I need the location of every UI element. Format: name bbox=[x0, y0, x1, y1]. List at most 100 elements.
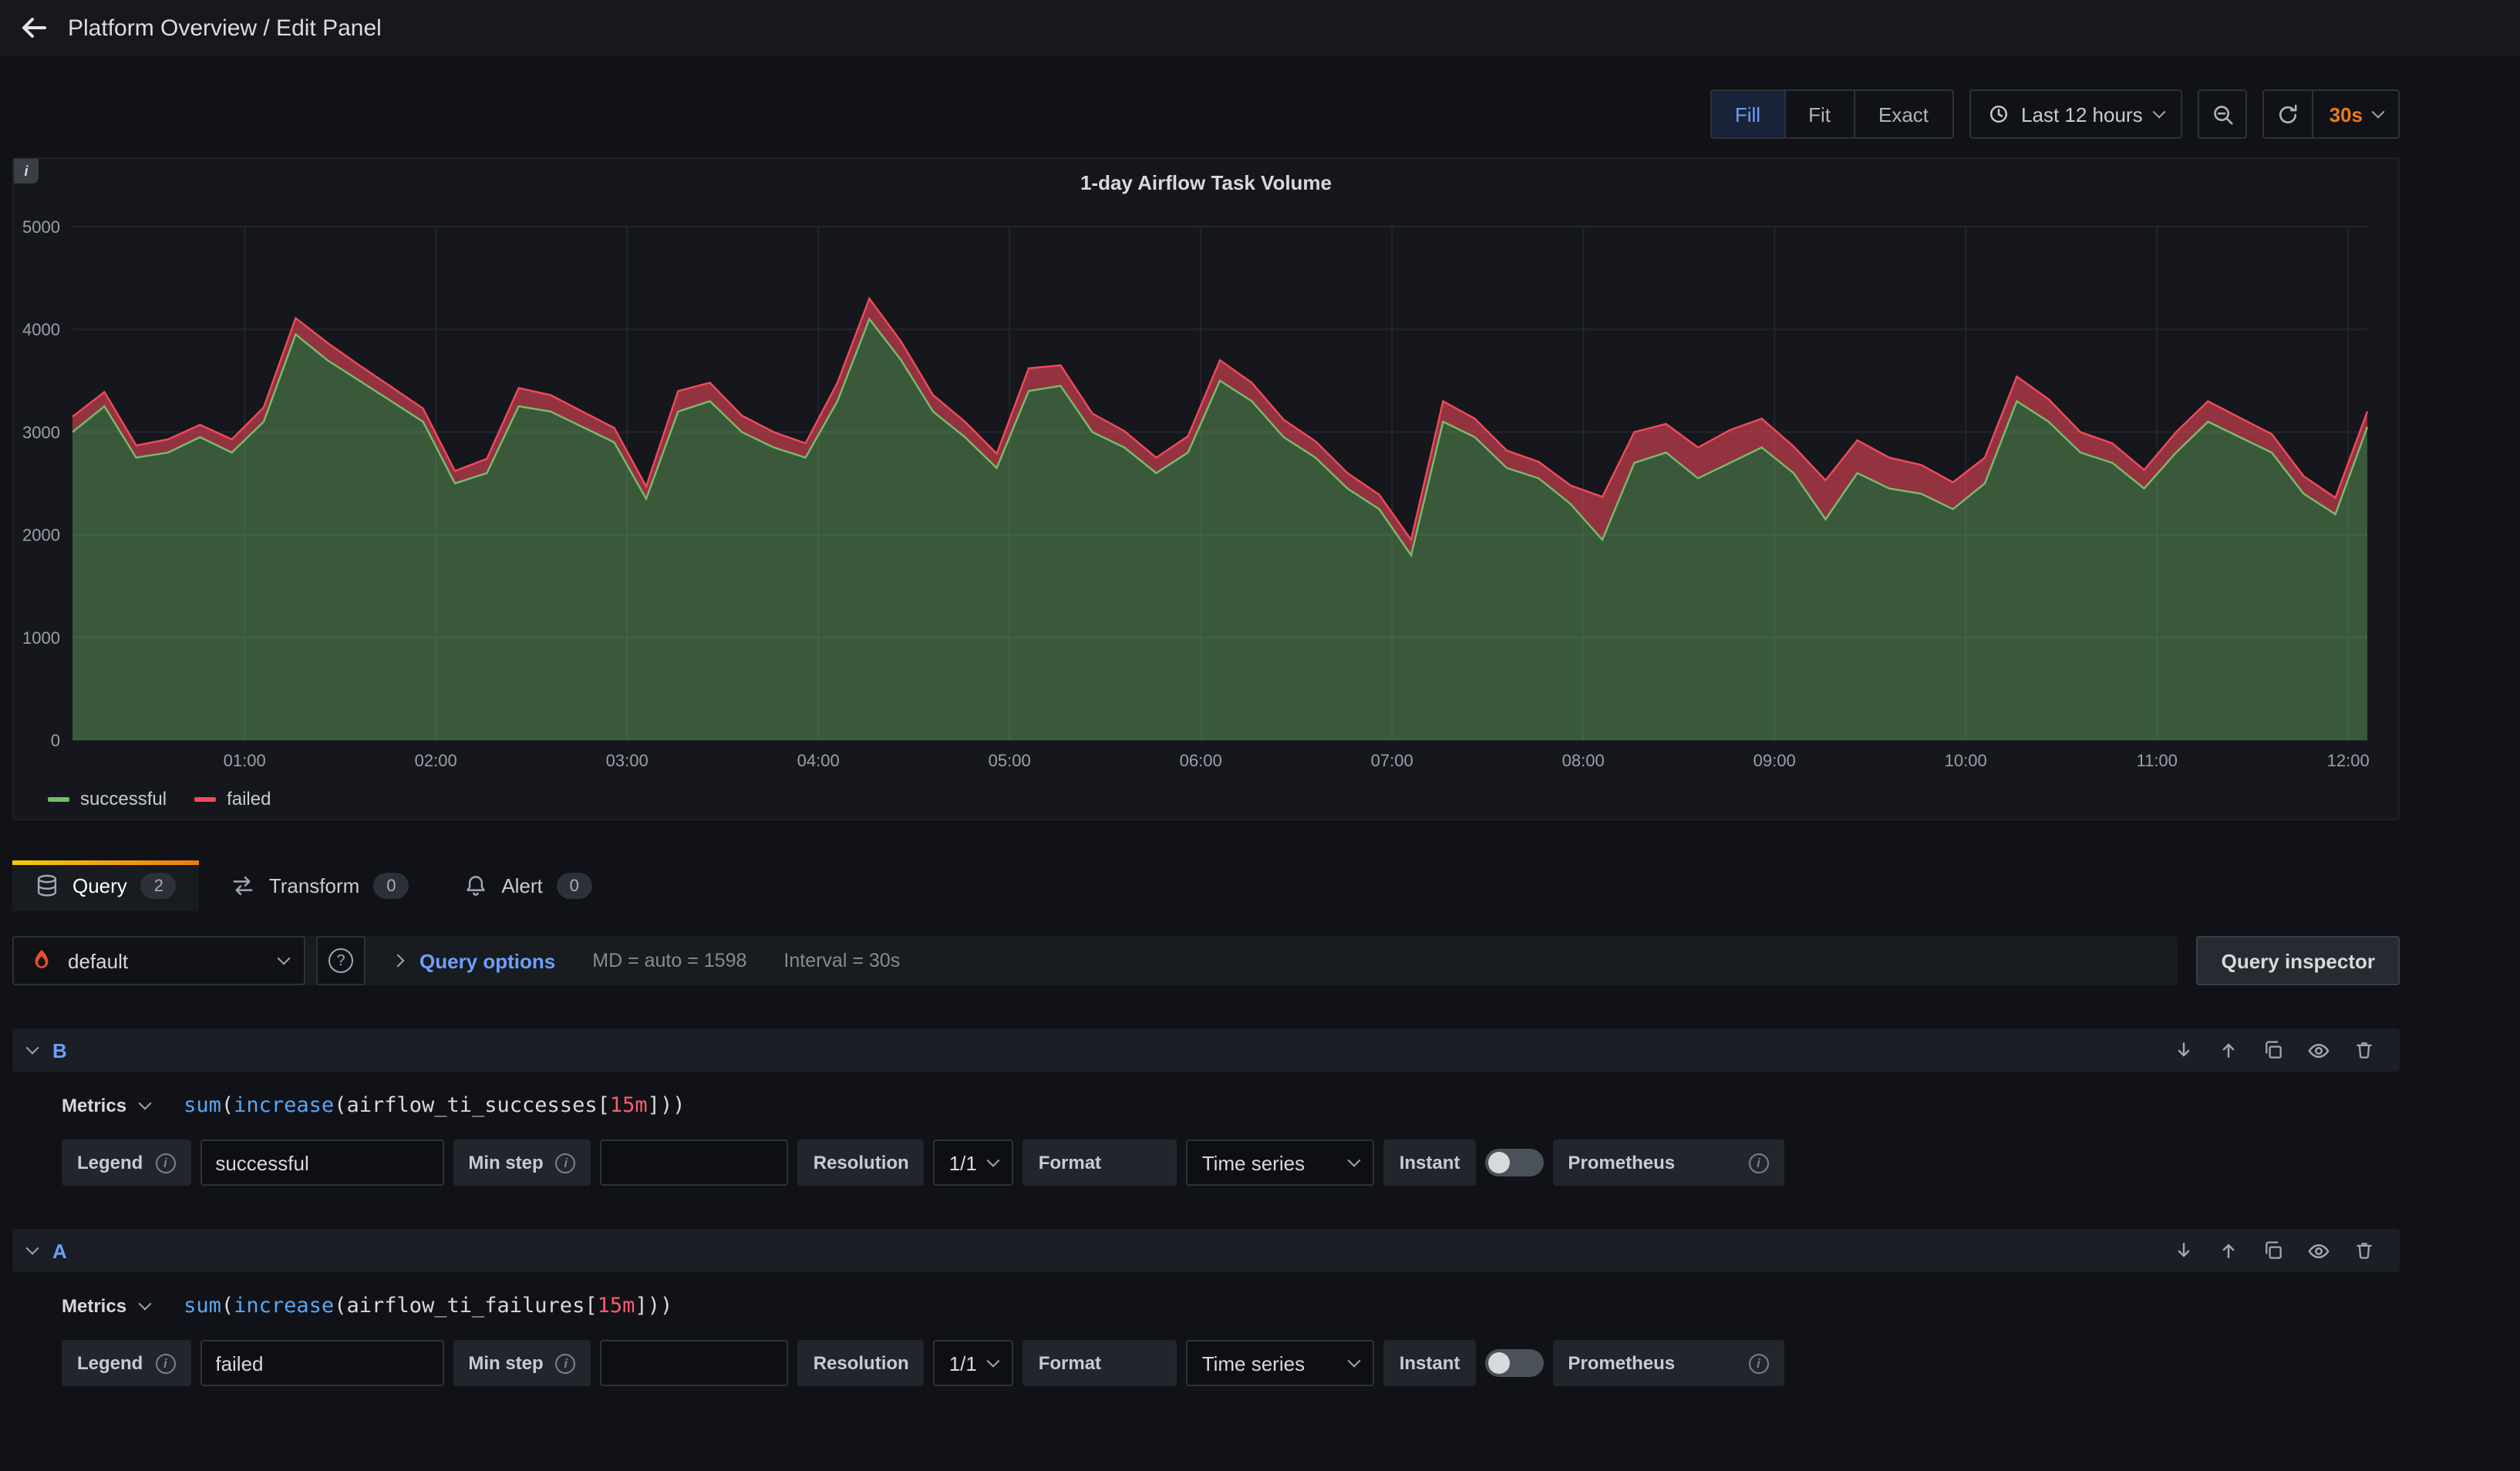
move-query-down-button[interactable] bbox=[2173, 1239, 2195, 1262]
move-query-up-button[interactable] bbox=[2218, 1038, 2239, 1062]
mode-fill-button[interactable]: Fill bbox=[1712, 91, 1785, 137]
svg-text:11:00: 11:00 bbox=[2136, 751, 2177, 770]
svg-text:09:00: 09:00 bbox=[1754, 751, 1796, 770]
query-options-row: Legendi Min stepi Resolution 1/1 Format … bbox=[62, 1139, 2400, 1186]
min-step-input[interactable] bbox=[601, 1340, 789, 1386]
format-option-label: Format bbox=[1023, 1139, 1177, 1186]
datasource-name: default bbox=[68, 949, 265, 972]
legend-input[interactable] bbox=[200, 1340, 443, 1386]
resolution-option-label: Resolution bbox=[798, 1139, 925, 1186]
move-query-up-button[interactable] bbox=[2218, 1239, 2239, 1262]
legend-option-label: Legendi bbox=[62, 1139, 190, 1186]
instant-toggle[interactable] bbox=[1484, 1149, 1543, 1176]
resolution-option-label: Resolution bbox=[798, 1340, 925, 1386]
duplicate-query-button[interactable] bbox=[2262, 1239, 2284, 1262]
disable-query-eye-button[interactable] bbox=[2307, 1038, 2330, 1062]
svg-text:12:00: 12:00 bbox=[2327, 751, 2370, 770]
query-b-header: B bbox=[12, 1028, 2400, 1072]
legend-input[interactable] bbox=[200, 1139, 443, 1186]
metrics-label: Metrics bbox=[62, 1295, 126, 1317]
instant-toggle[interactable] bbox=[1484, 1349, 1543, 1377]
legend-label: successful bbox=[80, 788, 167, 810]
query-datasource-label: Prometheus i bbox=[1552, 1139, 1784, 1186]
svg-text:04:00: 04:00 bbox=[797, 751, 840, 770]
collapse-chevron-icon[interactable] bbox=[26, 1042, 39, 1055]
refresh-interval-label: 30s bbox=[2330, 103, 2363, 126]
timeseries-chart[interactable]: 01000200030004000500001:0002:0003:0004:0… bbox=[14, 205, 2398, 779]
chevron-down-icon bbox=[139, 1097, 152, 1110]
metrics-dropdown[interactable]: Metrics bbox=[62, 1095, 150, 1116]
info-icon: i bbox=[556, 1153, 576, 1173]
delete-query-button[interactable] bbox=[2353, 1239, 2375, 1262]
time-range-label: Last 12 hours bbox=[2021, 103, 2143, 126]
svg-text:08:00: 08:00 bbox=[1562, 751, 1605, 770]
query-actions bbox=[2173, 1239, 2375, 1262]
refresh-interval-dropdown[interactable]: 30s bbox=[2313, 91, 2398, 137]
chip-text: Min step bbox=[468, 1352, 543, 1374]
instant-option-label: Instant bbox=[1384, 1139, 1476, 1186]
back-button[interactable] bbox=[19, 12, 49, 43]
svg-text:3000: 3000 bbox=[22, 422, 60, 442]
promql-expression-a[interactable]: sum(increase(airflow_ti_failures[15m])) bbox=[184, 1294, 672, 1318]
min-step-input[interactable] bbox=[601, 1139, 789, 1186]
svg-text:0: 0 bbox=[51, 731, 60, 750]
tab-label: Transform bbox=[269, 874, 360, 897]
format-select[interactable]: Time series bbox=[1187, 1340, 1375, 1386]
promql-expression-b[interactable]: sum(increase(airflow_ti_successes[15m])) bbox=[184, 1093, 685, 1118]
legend-label: failed bbox=[227, 788, 271, 810]
query-ref-id[interactable]: B bbox=[52, 1038, 67, 1062]
chart-legend: successful failed bbox=[14, 779, 2398, 819]
format-select[interactable]: Time series bbox=[1187, 1139, 1375, 1186]
prometheus-flame-icon bbox=[29, 948, 54, 973]
legend-item-failed[interactable]: failed bbox=[194, 788, 271, 810]
disable-query-eye-button[interactable] bbox=[2307, 1239, 2330, 1262]
mode-fit-button[interactable]: Fit bbox=[1785, 91, 1855, 137]
delete-query-button[interactable] bbox=[2353, 1038, 2375, 1062]
svg-text:07:00: 07:00 bbox=[1371, 751, 1413, 770]
clock-icon bbox=[1987, 103, 2009, 125]
collapse-chevron-icon[interactable] bbox=[26, 1242, 39, 1255]
tab-transform-badge: 0 bbox=[373, 873, 409, 899]
move-query-down-button[interactable] bbox=[2173, 1038, 2195, 1062]
resolution-select[interactable]: 1/1 bbox=[934, 1139, 1014, 1186]
transform-icon bbox=[232, 874, 255, 897]
query-a-body: Metrics sum(increase(airflow_ti_failures… bbox=[12, 1283, 2400, 1386]
svg-text:02:00: 02:00 bbox=[415, 751, 457, 770]
chip-text: Prometheus bbox=[1568, 1152, 1675, 1173]
grafana-edit-panel-page: Platform Overview / Edit Panel Fill Fit … bbox=[0, 0, 2520, 1471]
page-title: Platform Overview / Edit Panel bbox=[68, 15, 382, 41]
chevron-right-icon bbox=[392, 954, 405, 968]
info-icon: i bbox=[155, 1353, 175, 1373]
selected-resolution: 1/1 bbox=[949, 1352, 977, 1375]
database-icon bbox=[35, 874, 59, 897]
time-range-picker[interactable]: Last 12 hours bbox=[1969, 89, 2183, 139]
resolution-select[interactable]: 1/1 bbox=[934, 1340, 1014, 1386]
query-section-b: B Metrics sum(increase(airflow_ti_succes… bbox=[12, 1028, 2400, 1186]
info-icon: i bbox=[1748, 1153, 1768, 1173]
tab-transform[interactable]: Transform 0 bbox=[209, 860, 433, 911]
metrics-dropdown[interactable]: Metrics bbox=[62, 1295, 150, 1317]
zoom-out-icon bbox=[2212, 103, 2235, 126]
svg-text:03:00: 03:00 bbox=[606, 751, 649, 770]
query-options-toggle[interactable]: Query options bbox=[393, 949, 555, 972]
zoom-out-button[interactable] bbox=[2198, 89, 2248, 139]
tab-alert[interactable]: Alert 0 bbox=[441, 860, 615, 911]
duplicate-query-button[interactable] bbox=[2262, 1038, 2284, 1062]
datasource-select[interactable]: default bbox=[12, 936, 305, 985]
chevron-down-icon bbox=[987, 1154, 1000, 1167]
datasource-help-button[interactable]: ? bbox=[316, 936, 366, 985]
panel-info-icon[interactable]: i bbox=[14, 159, 39, 183]
refresh-button[interactable] bbox=[2265, 91, 2313, 137]
chip-text: Instant bbox=[1400, 1352, 1460, 1374]
legend-item-successful[interactable]: successful bbox=[48, 788, 167, 810]
legend-swatch-successful bbox=[48, 796, 69, 801]
query-ref-id[interactable]: A bbox=[52, 1239, 67, 1262]
svg-text:05:00: 05:00 bbox=[989, 751, 1031, 770]
mode-exact-button[interactable]: Exact bbox=[1855, 91, 1952, 137]
svg-text:2000: 2000 bbox=[22, 526, 60, 545]
chip-text: Legend bbox=[77, 1352, 143, 1374]
tab-query[interactable]: Query 2 bbox=[12, 860, 200, 911]
chart-panel: i 1-day Airflow Task Volume 010002000300… bbox=[12, 157, 2400, 820]
query-inspector-button[interactable]: Query inspector bbox=[2197, 936, 2400, 985]
svg-text:1000: 1000 bbox=[22, 628, 60, 648]
